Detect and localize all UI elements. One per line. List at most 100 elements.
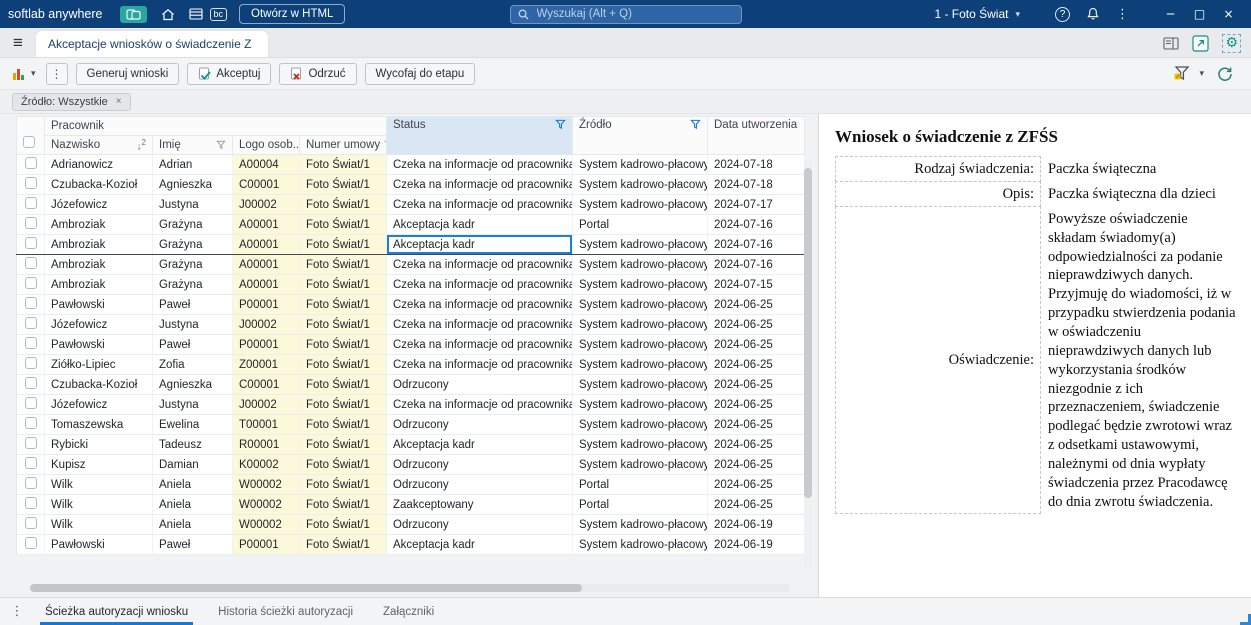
cell-status[interactable]: Akceptacja kadr <box>386 434 573 455</box>
open-in-new-window-icon[interactable] <box>1192 34 1210 52</box>
column-header-imie[interactable]: Imię <box>152 135 233 155</box>
cell-nazwisko[interactable]: Józefowicz <box>44 194 153 215</box>
row-checkbox[interactable] <box>24 437 37 449</box>
cell-status[interactable]: Czeka na informacje od pracownika <box>386 294 573 315</box>
cell-zrodlo[interactable]: System kadrowo-płacowy <box>572 414 708 435</box>
cell-zrodlo[interactable]: System kadrowo-płacowy <box>572 294 708 315</box>
company-selector[interactable]: 1 - Foto Świat ▾ <box>934 7 1020 21</box>
cell-data[interactable]: 2024-06-25 <box>707 394 805 415</box>
cell-nazwisko[interactable]: Ambroziak <box>44 254 153 275</box>
cell-zrodlo[interactable]: System kadrowo-płacowy <box>572 434 708 455</box>
cell-nazwisko[interactable]: Czubacka-Kozioł <box>44 374 153 395</box>
row-checkbox[interactable] <box>24 517 37 529</box>
cell-data[interactable]: 2024-06-25 <box>707 374 805 395</box>
cell-status[interactable]: Czeka na informacje od pracownika <box>386 314 573 335</box>
table-row[interactable]: Czubacka-Kozioł Agnieszka C00001 Foto Świat… <box>16 374 805 395</box>
cell-umowa[interactable]: Foto Świat/1 <box>299 394 387 415</box>
cell-status[interactable]: Zaakceptowany <box>386 494 573 515</box>
cell-nazwisko[interactable]: Pawłowski <box>44 534 153 555</box>
tab-sciezka-autoryzacji[interactable]: Ścieżka autoryzacji wniosku <box>30 598 203 625</box>
row-checkbox[interactable] <box>24 397 37 409</box>
table-row[interactable]: Wilk Aniela W00002 Foto Świat/1 Odrzucony Por… <box>16 474 805 495</box>
table-row[interactable]: Ambroziak Grażyna A00001 Foto Świat/1 Czeka … <box>16 274 805 295</box>
cell-logo[interactable]: A00001 <box>232 254 300 275</box>
cell-logo[interactable]: P00001 <box>232 334 300 355</box>
cell-status[interactable]: Czeka na informacje od pracownika <box>386 254 573 275</box>
cell-nazwisko[interactable]: Wilk <box>44 494 153 515</box>
cell-umowa[interactable]: Foto Świat/1 <box>299 474 387 495</box>
apps-icon[interactable] <box>119 5 147 23</box>
table-row[interactable]: Józefowicz Justyna J00002 Foto Świat/1 Czeka… <box>16 194 805 215</box>
table-row[interactable]: Tomaszewska Ewelina T00001 Foto Świat/1 Odrz… <box>16 414 805 435</box>
row-checkbox[interactable] <box>24 357 37 369</box>
cell-status[interactable]: Akceptacja kadr <box>386 534 573 555</box>
cell-logo[interactable]: W00002 <box>232 474 300 495</box>
table-row[interactable]: Kupisz Damian K00002 Foto Świat/1 Odrzucony S… <box>16 454 805 475</box>
horizontal-scrollbar-thumb[interactable] <box>30 584 582 592</box>
modules-list-icon[interactable] <box>188 8 203 20</box>
cell-logo[interactable]: J00002 <box>232 314 300 335</box>
table-row[interactable]: Ziółko-Lipiec Zofia Z00001 Foto Świat/1 Czek… <box>16 354 805 375</box>
cell-nazwisko[interactable]: Ambroziak <box>44 234 153 255</box>
cell-status[interactable]: Czeka na informacje od pracownika <box>386 354 573 375</box>
cell-data[interactable]: 2024-06-25 <box>707 294 805 315</box>
cell-imie[interactable]: Aniela <box>152 494 233 515</box>
cell-data[interactable]: 2024-06-25 <box>707 494 805 515</box>
cell-status[interactable]: Czeka na informacje od pracownika <box>386 394 573 415</box>
cell-umowa[interactable]: Foto Świat/1 <box>299 354 387 375</box>
cell-status[interactable]: Czeka na informacje od pracownika <box>386 274 573 295</box>
cell-imie[interactable]: Paweł <box>152 534 233 555</box>
cell-imie[interactable]: Agnieszka <box>152 174 233 195</box>
cell-logo[interactable]: Z00001 <box>232 354 300 375</box>
cell-nazwisko[interactable]: Tomaszewska <box>44 414 153 435</box>
cell-logo[interactable]: A00001 <box>232 234 300 255</box>
cell-data[interactable]: 2024-06-25 <box>707 414 805 435</box>
row-checkbox[interactable] <box>24 497 37 509</box>
cell-logo[interactable]: J00002 <box>232 194 300 215</box>
cell-data[interactable]: 2024-06-25 <box>707 314 805 335</box>
cell-logo[interactable]: W00002 <box>232 514 300 535</box>
row-checkbox[interactable] <box>24 257 37 269</box>
cell-imie[interactable]: Justyna <box>152 194 233 215</box>
cell-nazwisko[interactable]: Wilk <box>44 474 153 495</box>
refresh-icon[interactable] <box>1217 66 1233 82</box>
cell-status[interactable]: Czeka na informacje od pracownika <box>386 174 573 195</box>
cell-imie[interactable]: Paweł <box>152 294 233 315</box>
cell-imie[interactable]: Zofia <box>152 354 233 375</box>
cell-logo[interactable]: J00002 <box>232 394 300 415</box>
remove-filter-icon[interactable]: × <box>116 96 122 107</box>
cell-zrodlo[interactable]: System kadrowo-płacowy <box>572 154 708 175</box>
help-icon[interactable]: ? <box>1055 6 1070 22</box>
table-row[interactable]: Ambroziak Grażyna A00001 Foto Świat/1 Czeka … <box>16 254 805 275</box>
cell-umowa[interactable]: Foto Świat/1 <box>299 314 387 335</box>
cell-nazwisko[interactable]: Józefowicz <box>44 314 153 335</box>
cell-zrodlo[interactable]: System kadrowo-płacowy <box>572 174 708 195</box>
table-row[interactable]: Adrianowicz Adrian A00004 Foto Świat/1 Czeka… <box>16 154 805 175</box>
row-checkbox[interactable] <box>24 317 37 329</box>
cell-status[interactable]: Akceptacja kadr <box>386 234 573 255</box>
row-checkbox[interactable] <box>24 297 37 309</box>
home-icon[interactable] <box>161 8 175 21</box>
bottom-kebab-icon[interactable]: ⋮ <box>4 598 30 625</box>
select-all-checkbox[interactable] <box>23 136 35 148</box>
table-row[interactable]: Pawłowski Paweł P00001 Foto Świat/1 Czeka na… <box>16 334 805 355</box>
cell-imie[interactable]: Grażyna <box>152 254 233 275</box>
cell-nazwisko[interactable]: Ambroziak <box>44 274 153 295</box>
table-row[interactable]: Rybicki Tadeusz R00001 Foto Świat/1 Akceptac… <box>16 434 805 455</box>
cell-zrodlo[interactable]: Portal <box>572 474 708 495</box>
cell-nazwisko[interactable]: Wilk <box>44 514 153 535</box>
cell-imie[interactable]: Grażyna <box>152 274 233 295</box>
row-checkbox[interactable] <box>24 337 37 349</box>
settings-gear-icon[interactable]: ⚙ <box>1222 33 1241 53</box>
sort-icon[interactable]: ↓2 <box>137 138 146 152</box>
column-header-nazwisko[interactable]: Nazwisko ↓2 <box>44 135 153 155</box>
filter-funnel-icon[interactable] <box>216 140 226 150</box>
cell-logo[interactable]: P00001 <box>232 534 300 555</box>
table-row[interactable]: Józefowicz Justyna J00002 Foto Świat/1 Czeka… <box>16 314 805 335</box>
global-search-box[interactable] <box>509 4 742 24</box>
cell-zrodlo[interactable]: System kadrowo-płacowy <box>572 234 708 255</box>
cell-status[interactable]: Czeka na informacje od pracownika <box>386 154 573 175</box>
cell-status[interactable]: Odrzucony <box>386 454 573 475</box>
cell-umowa[interactable]: Foto Świat/1 <box>299 534 387 555</box>
cell-imie[interactable]: Agnieszka <box>152 374 233 395</box>
